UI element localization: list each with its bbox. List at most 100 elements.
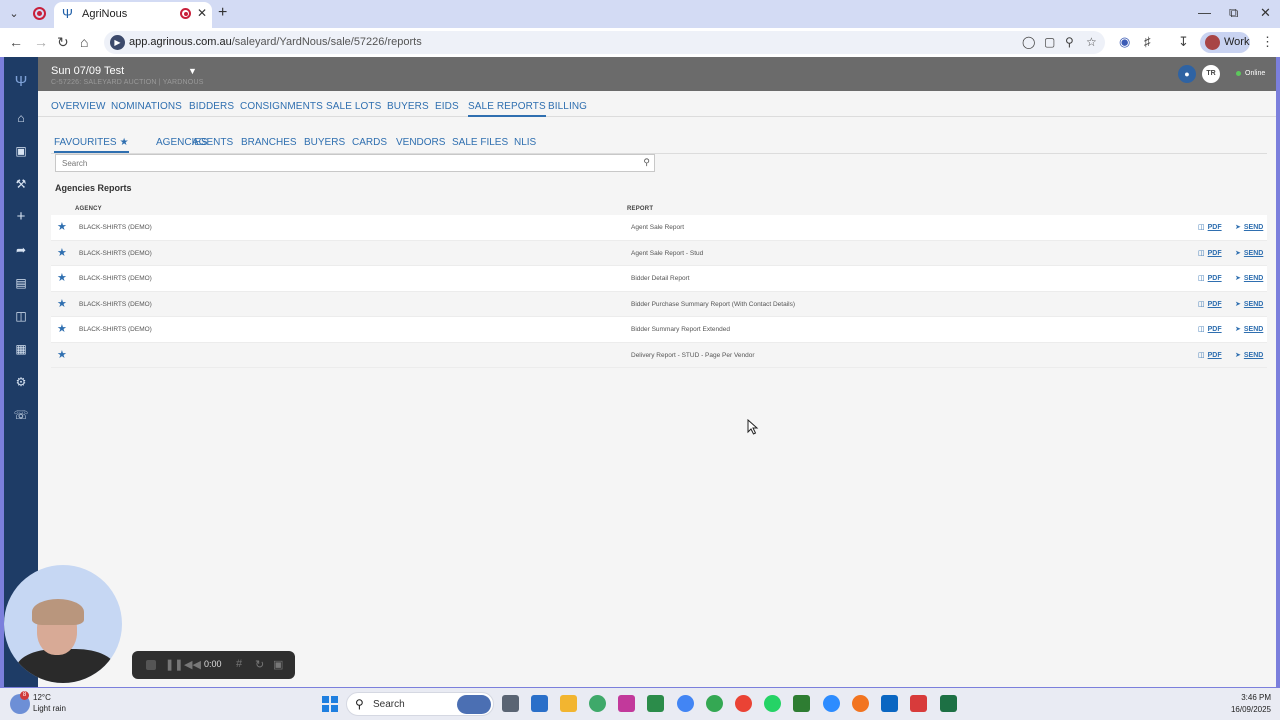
pdf-link[interactable]: ◫ PDF xyxy=(1198,300,1222,308)
favourite-star-icon[interactable]: ★ xyxy=(57,323,67,335)
sale-selector-caret-icon[interactable]: ▼ xyxy=(188,66,197,76)
tab-bidders[interactable]: BIDDERS xyxy=(189,101,234,112)
pause-icon[interactable]: ❚❚ xyxy=(165,658,183,671)
url-text[interactable]: app.agrinous.com.au/saleyard/YardNous/sa… xyxy=(129,36,422,48)
subtab-vendors[interactable]: VENDORS xyxy=(396,137,445,148)
restart-icon[interactable]: ↻ xyxy=(255,658,264,671)
home-icon[interactable]: ⌂ xyxy=(11,108,31,128)
search-icon[interactable]: ⚲ xyxy=(643,157,650,168)
bookmark-star-icon[interactable]: ☆ xyxy=(1086,35,1097,49)
favourite-star-icon[interactable]: ★ xyxy=(57,349,67,361)
id-card-icon[interactable]: ▤ xyxy=(11,273,31,293)
slack-icon[interactable] xyxy=(589,695,606,712)
favourite-star-icon[interactable]: ★ xyxy=(57,298,67,310)
tab-buyers[interactable]: BUYERS xyxy=(387,101,429,112)
favourite-star-icon[interactable]: ★ xyxy=(57,272,67,284)
rewind-icon[interactable]: ◀◀ xyxy=(184,658,201,671)
reload-icon[interactable]: ↻ xyxy=(57,34,69,50)
subtab-sale-files[interactable]: SALE FILES xyxy=(452,137,508,148)
pdf-link[interactable]: ◫ PDF xyxy=(1198,325,1222,333)
send-link[interactable]: ➤ SEND xyxy=(1235,223,1263,231)
taskbar-search[interactable]: ⚲ Search xyxy=(346,692,494,716)
profile-button[interactable]: Work xyxy=(1200,32,1250,53)
tab-close-icon[interactable]: ✕ xyxy=(197,6,207,20)
task-view-icon[interactable] xyxy=(502,695,519,712)
extension-badge-icon[interactable]: ◉ xyxy=(1119,34,1130,50)
grid-icon[interactable]: # xyxy=(236,658,242,670)
home-icon[interactable]: ⌂ xyxy=(80,34,88,50)
send-link[interactable]: ➤ SEND xyxy=(1235,274,1263,282)
taskbar-date[interactable]: 16/09/2025 xyxy=(1212,705,1271,714)
start-windows-icon[interactable] xyxy=(322,696,338,712)
extensions-puzzle-icon[interactable]: ♯ xyxy=(1144,34,1151,49)
tab-sale-lots[interactable]: SALE LOTS xyxy=(326,101,381,112)
send-link[interactable]: ➤ SEND xyxy=(1235,249,1263,257)
tracking-protection-icon[interactable]: ◯ xyxy=(1022,35,1035,49)
zoom-app-icon[interactable] xyxy=(823,695,840,712)
share-arrow-icon[interactable]: ➦ xyxy=(11,240,31,260)
trash-icon[interactable]: ▣ xyxy=(273,658,283,671)
whatsapp-icon[interactable] xyxy=(764,695,781,712)
acrobat-icon[interactable] xyxy=(910,695,927,712)
browser-tab-active[interactable]: Ψ AgriNous ✕ xyxy=(54,2,212,28)
new-tab-icon[interactable]: + xyxy=(218,5,227,21)
subtab-branches[interactable]: BRANCHES xyxy=(241,137,297,148)
restore-icon[interactable]: ⧉ xyxy=(1229,5,1238,21)
outlook-icon[interactable] xyxy=(881,695,898,712)
subtab-favourites[interactable]: FAVOURITES ★ xyxy=(54,137,129,153)
pdf-link[interactable]: ◫ PDF xyxy=(1198,274,1222,282)
tab-consignments[interactable]: CONSIGNMENTS xyxy=(240,101,323,112)
user-icon[interactable]: ● xyxy=(1178,65,1196,83)
search-field[interactable]: ⚲ xyxy=(55,154,655,172)
meet-icon[interactable] xyxy=(793,695,810,712)
window-close-icon[interactable]: ✕ xyxy=(1260,5,1271,21)
downloads-icon[interactable]: ↧ xyxy=(1178,34,1189,50)
tab-eids[interactable]: EIDS xyxy=(435,101,459,112)
stop-icon[interactable] xyxy=(146,660,156,670)
tab-search-chevron-icon[interactable]: ⌄ xyxy=(4,4,24,24)
address-bar[interactable]: ▶ app.agrinous.com.au/saleyard/YardNous/… xyxy=(104,31,1105,54)
subtab-nlis[interactable]: NLIS xyxy=(514,137,536,148)
chrome-profile-icon[interactable] xyxy=(706,695,723,712)
tab-overview[interactable]: OVERVIEW xyxy=(51,101,106,112)
install-app-icon[interactable]: ▢ xyxy=(1044,35,1055,49)
subtab-cards[interactable]: CARDS xyxy=(352,137,387,148)
minimize-icon[interactable]: — xyxy=(1198,5,1211,20)
support-icon[interactable]: ☏ xyxy=(11,405,31,425)
taskbar-time[interactable]: 3:46 PM xyxy=(1225,693,1271,702)
avatar[interactable]: TR xyxy=(1202,65,1220,83)
favourite-star-icon[interactable]: ★ xyxy=(57,247,67,259)
firefox-icon[interactable] xyxy=(852,695,869,712)
tab-sale-reports[interactable]: SALE REPORTS xyxy=(468,101,546,117)
browser-menu-icon[interactable]: ⋮ xyxy=(1261,34,1274,50)
document-icon[interactable]: ◫ xyxy=(11,306,31,326)
send-link[interactable]: ➤ SEND xyxy=(1235,300,1263,308)
zoom-icon[interactable]: ⚲ xyxy=(1065,35,1074,49)
recording-tab-icon[interactable] xyxy=(33,7,46,20)
sheets-icon[interactable] xyxy=(647,695,664,712)
search-input[interactable] xyxy=(62,157,622,169)
pdf-link[interactable]: ◫ PDF xyxy=(1198,351,1222,359)
inbox-icon[interactable]: ▣ xyxy=(11,141,31,161)
store-icon[interactable] xyxy=(531,695,548,712)
send-link[interactable]: ➤ SEND xyxy=(1235,351,1263,359)
webcam-overlay[interactable] xyxy=(4,565,122,683)
forward-icon[interactable]: → xyxy=(34,34,48,50)
weather-description[interactable]: Light rain xyxy=(33,704,66,713)
send-link[interactable]: ➤ SEND xyxy=(1235,325,1263,333)
chrome-alt-icon[interactable] xyxy=(735,695,752,712)
settings-icon[interactable]: ⚙ xyxy=(11,372,31,392)
file-explorer-icon[interactable] xyxy=(560,695,577,712)
tab-nominations[interactable]: NOMINATIONS xyxy=(111,101,182,112)
subtab-buyers[interactable]: BUYERS xyxy=(304,137,345,148)
back-icon[interactable]: ← xyxy=(9,34,23,50)
chrome-icon[interactable] xyxy=(677,695,694,712)
gavel-icon[interactable]: ⚒ xyxy=(11,174,31,194)
sale-title[interactable]: Sun 07/09 Test xyxy=(51,65,124,77)
clipchamp-icon[interactable] xyxy=(618,695,635,712)
pdf-link[interactable]: ◫ PDF xyxy=(1198,249,1222,257)
subtab-agents[interactable]: AGENTS xyxy=(192,137,233,148)
add-icon[interactable]: + xyxy=(11,207,31,227)
excel-icon[interactable] xyxy=(940,695,957,712)
agrinous-logo-icon[interactable]: Ψ xyxy=(11,72,31,92)
